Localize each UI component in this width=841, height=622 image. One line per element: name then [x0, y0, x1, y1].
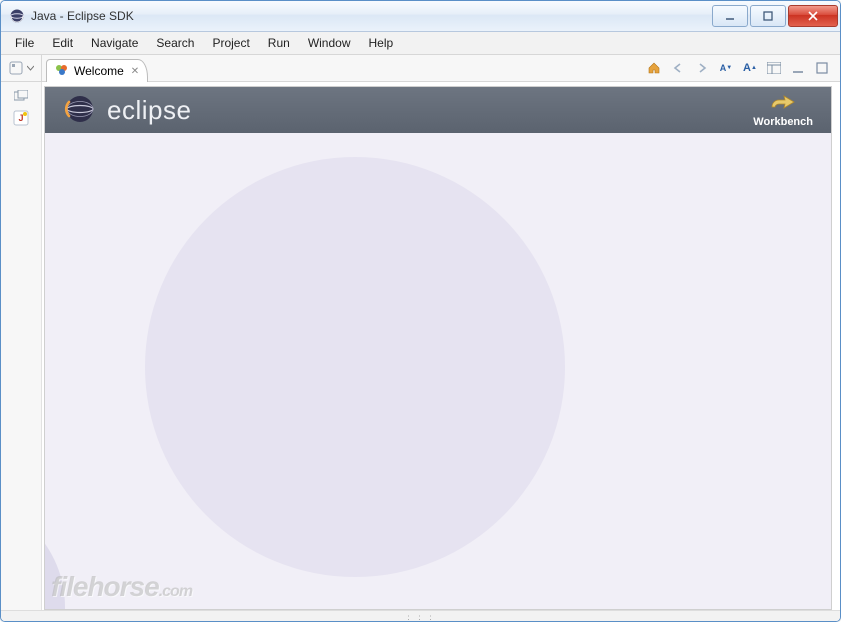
- workbench-body: J eclipse Workbench: [1, 82, 840, 610]
- menubar: File Edit Navigate Search Project Run Wi…: [1, 32, 840, 55]
- minimize-window-button[interactable]: [712, 5, 748, 27]
- layout-icon[interactable]: [766, 60, 782, 76]
- tab-welcome[interactable]: Welcome ✕: [46, 59, 148, 82]
- back-icon[interactable]: [670, 60, 686, 76]
- view-toolbar: A▼ A▲: [636, 55, 840, 81]
- maximize-window-button[interactable]: [750, 5, 786, 27]
- bg-decoration: [145, 157, 565, 577]
- status-bar: ⋮⋮⋮: [1, 610, 840, 622]
- menu-file[interactable]: File: [7, 34, 42, 52]
- eclipse-app-icon: [9, 8, 25, 24]
- editor-area: eclipse Workbench Welcome to Eclipse: [42, 82, 840, 610]
- maximize-view-icon[interactable]: [814, 60, 830, 76]
- tab-label: Welcome: [74, 64, 124, 78]
- welcome-body: Welcome to Eclipse Overview Get an overv…: [45, 133, 831, 609]
- tab-close-button[interactable]: ✕: [131, 66, 139, 77]
- trim-stack: J: [1, 82, 42, 610]
- welcome-tab-icon: [55, 63, 69, 80]
- toolbar-row: Welcome ✕ A▼ A▲: [1, 55, 840, 82]
- bg-decoration: [44, 497, 65, 610]
- window-title: Java - Eclipse SDK: [31, 9, 134, 23]
- welcome-banner: eclipse Workbench: [45, 87, 831, 133]
- quick-access-icon[interactable]: [8, 60, 24, 76]
- workbench-button[interactable]: Workbench: [753, 93, 813, 128]
- menu-edit[interactable]: Edit: [44, 34, 81, 52]
- forward-icon[interactable]: [694, 60, 710, 76]
- sash-handle-icon[interactable]: ⋮⋮⋮: [404, 614, 437, 622]
- menu-help[interactable]: Help: [361, 34, 402, 52]
- workbench-label: Workbench: [753, 116, 813, 128]
- restore-view-icon[interactable]: [13, 88, 29, 104]
- eclipse-brand: eclipse: [63, 92, 191, 129]
- editor-tab-strip: Welcome ✕: [42, 55, 636, 81]
- menu-navigate[interactable]: Navigate: [83, 34, 146, 52]
- close-window-button[interactable]: [788, 5, 838, 27]
- menu-project[interactable]: Project: [204, 34, 257, 52]
- menu-window[interactable]: Window: [300, 34, 359, 52]
- menu-search[interactable]: Search: [148, 34, 202, 52]
- java-perspective-icon[interactable]: J: [13, 110, 29, 126]
- perspective-switcher-slot: [1, 55, 42, 81]
- dropdown-chevron-icon[interactable]: [27, 60, 35, 76]
- welcome-view: eclipse Workbench Welcome to Eclipse: [44, 86, 832, 610]
- minimize-view-icon[interactable]: [790, 60, 806, 76]
- workbench-icon: [770, 93, 796, 114]
- eclipse-brand-text: eclipse: [107, 95, 191, 126]
- font-increase-icon[interactable]: A▲: [742, 60, 758, 76]
- font-decrease-icon[interactable]: A▼: [718, 60, 734, 76]
- menu-run[interactable]: Run: [260, 34, 298, 52]
- window-controls: [712, 5, 838, 27]
- home-icon[interactable]: [646, 60, 662, 76]
- app-window: Java - Eclipse SDK File Edit Navigate Se…: [0, 0, 841, 622]
- titlebar: Java - Eclipse SDK: [1, 1, 840, 32]
- svg-text:J: J: [18, 113, 23, 123]
- eclipse-logo-icon: [63, 92, 97, 129]
